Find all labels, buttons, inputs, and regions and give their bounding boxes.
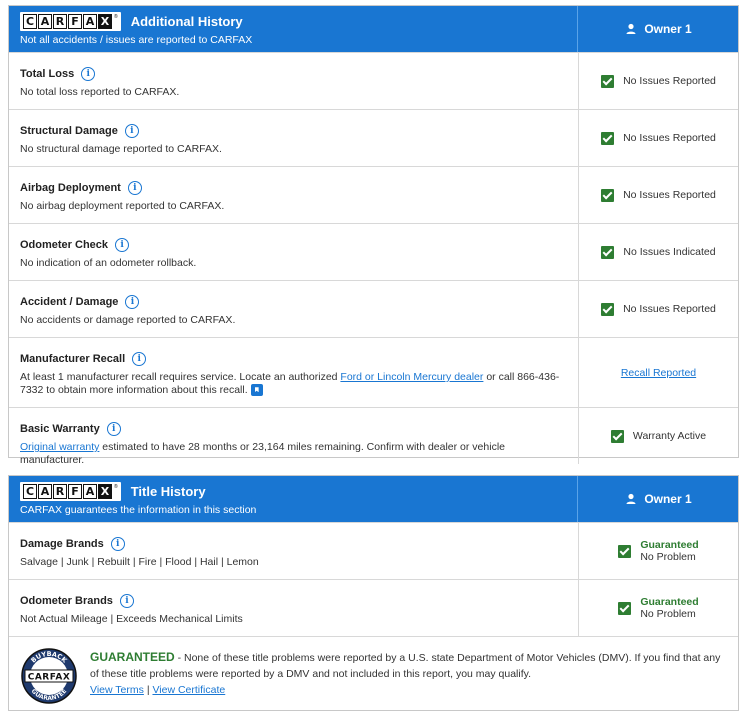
guaranteed-headline: GUARANTEED [90,650,175,664]
view-terms-link[interactable]: View Terms [90,684,144,696]
row-status: No Issues Reported [623,132,716,144]
guaranteed-label: Guaranteed [640,596,699,608]
guarantee-text: GUARANTEED - None of these title problem… [90,650,721,696]
additional-history-section: C A R F A X ® Additional History Not all accid… [8,5,739,466]
check-icon [601,245,615,259]
info-icon[interactable]: i [127,181,142,195]
section-title: Additional History [130,14,243,29]
person-icon [626,493,636,504]
info-icon[interactable]: i [132,352,147,366]
additional-history-header: C A R F A X ® Additional History Not all accid… [9,6,738,52]
row-description: At least 1 manufacturer recall requires … [20,371,560,397]
history-row: Structural Damage i No structural damage … [9,109,738,166]
view-certificate-link[interactable]: View Certificate [152,684,225,696]
title-history-section: C A R F A X ® Title History CARFAX guarantees … [8,475,739,711]
section-title: Title History [130,484,206,499]
row-title: Odometer Check [20,239,109,251]
row-title: Accident / Damage [20,296,119,308]
dealer-link[interactable]: Ford or Lincoln Mercury dealer [340,371,483,383]
owner-column-header: Owner 1 [577,476,738,522]
info-icon[interactable]: i [106,422,121,436]
info-icon[interactable]: i [115,238,130,252]
info-icon[interactable]: i [125,295,140,309]
recall-reported-link[interactable]: Recall Reported [621,367,696,379]
title-row: Odometer Brands i Not Actual Mileage | Ex… [9,579,738,636]
row-status: No Issues Indicated [623,246,716,258]
row-title: Airbag Deployment [20,182,121,194]
history-row: Airbag Deployment i No airbag deployment … [9,166,738,223]
history-row: Total Loss i No total loss reported to CA… [9,52,738,109]
section-subtitle: CARFAX guarantees the information in thi… [20,504,257,516]
row-description: Not Actual Mileage | Exceeds Mechanical … [20,613,243,625]
row-description: Original warranty estimated to have 28 m… [20,441,505,466]
check-icon [601,74,615,88]
bookmark-icon[interactable] [250,384,263,397]
check-icon [610,429,624,443]
title-row: Damage Brands i Salvage | Junk | Rebuilt … [9,522,738,579]
info-icon[interactable]: i [124,124,139,138]
row-title: Structural Damage [20,125,118,137]
row-status: Warranty Active [632,430,707,442]
row-status: No Issues Reported [623,189,716,201]
row-description: No airbag deployment reported to CARFAX. [20,200,225,212]
check-icon [601,131,615,145]
owner-column-header: Owner 1 [577,6,738,52]
carfax-logo: C A R F A X ® [20,12,121,31]
section-subtitle: Not all accidents / issues are reported … [20,34,253,46]
guaranteed-label: Guaranteed [640,539,699,551]
check-icon [618,544,632,558]
warranty-row: Basic Warranty i Original warranty estima… [9,407,738,466]
row-status: No Issues Reported [623,303,716,315]
result-label: No Problem [640,551,696,563]
check-icon [618,601,632,615]
title-history-header: C A R F A X ® Title History CARFAX guarantees … [9,476,738,522]
info-icon[interactable]: i [110,537,125,551]
check-icon [601,188,615,202]
history-row: Odometer Check i No indication of an odom… [9,223,738,280]
check-icon [601,302,615,316]
row-title: Basic Warranty [20,423,100,435]
guarantee-footer: BUYBACK GUARANTEE CARFAX GUARANTEED - No… [9,636,738,714]
row-description: Salvage | Junk | Rebuilt | Fire | Flood … [20,556,259,568]
info-icon[interactable]: i [81,67,96,81]
history-row: Accident / Damage i No accidents or damag… [9,280,738,337]
row-title: Manufacturer Recall [20,353,126,365]
info-icon[interactable]: i [119,594,134,608]
row-description: No total loss reported to CARFAX. [20,86,180,98]
original-warranty-link[interactable]: Original warranty [20,441,99,453]
row-status: No Issues Reported [623,75,716,87]
owner-label: Owner 1 [644,22,692,36]
row-title: Odometer Brands [20,595,113,607]
row-description: No indication of an odometer rollback. [20,257,197,269]
result-label: No Problem [640,608,696,620]
recall-row: Manufacturer Recall i At least 1 manufact… [9,337,738,407]
svg-text:CARFAX: CARFAX [28,673,71,683]
carfax-logo: C A R F A X ® [20,482,121,501]
row-description: No accidents or damage reported to CARFA… [20,314,236,326]
person-icon [626,23,636,34]
row-title: Damage Brands [20,538,104,550]
row-title: Total Loss [20,68,75,80]
row-description: No structural damage reported to CARFAX. [20,143,222,155]
owner-label: Owner 1 [644,492,692,506]
buyback-guarantee-badge-icon: BUYBACK GUARANTEE CARFAX [21,648,77,704]
